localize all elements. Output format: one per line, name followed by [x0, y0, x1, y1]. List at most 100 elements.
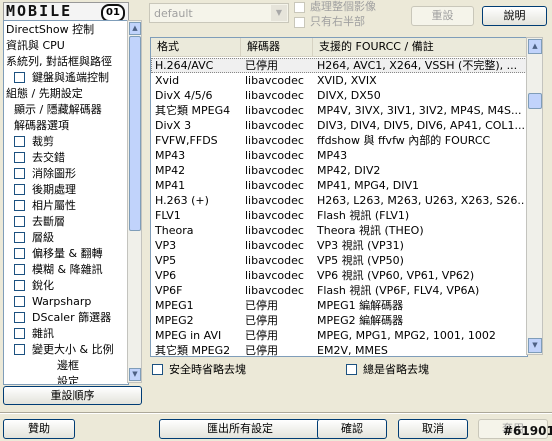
scroll-down-arrow-icon[interactable]: ▼ [129, 368, 141, 381]
tree-item-checkbox[interactable] [14, 328, 25, 339]
tree-item-checkbox[interactable] [14, 136, 25, 147]
table-row[interactable]: FLV1 libavcodec Flash 視訊 (FLV1) [151, 208, 527, 223]
tree-item[interactable]: 後期處理 [14, 182, 76, 198]
table-row[interactable]: Theora libavcodec Theora 視訊 (THEO) [151, 223, 527, 238]
tree-item-label: 裁剪 [32, 135, 54, 148]
decoder-cell: libavcodec [245, 239, 304, 252]
skip-deblock-always-option[interactable]: 總是省略去塊 [346, 363, 429, 377]
divider-highlight [0, 413, 552, 414]
tree-item[interactable]: 顯示 / 隱藏解碼器 [14, 102, 102, 118]
tree-item-checkbox[interactable] [14, 264, 25, 275]
tree-item[interactable]: 去交錯 [14, 150, 65, 166]
ok-button[interactable]: 確認 [317, 419, 387, 439]
table-row[interactable]: FVFW,FFDS libavcodec ffdshow 與 ffvfw 內部的 F… [151, 133, 527, 148]
right-half-only-checkbox[interactable] [294, 17, 305, 28]
column-format[interactable]: 格式 [151, 38, 241, 56]
tree-item[interactable]: 解碼器選項 [14, 118, 69, 134]
table-row[interactable]: MP43 libavcodec MP43 [151, 148, 527, 163]
tree-item-checkbox[interactable] [14, 72, 25, 83]
tree-item-checkbox[interactable] [14, 152, 25, 163]
tree-item-checkbox[interactable] [14, 344, 25, 355]
table-row[interactable]: H.263 (+) libavcodec H263, L263, M263, U26… [151, 193, 527, 208]
tree-item-checkbox[interactable] [14, 216, 25, 227]
skip-deblock-always-checkbox[interactable] [346, 364, 357, 375]
tree-scrollbar[interactable]: ▲ ▼ [127, 20, 142, 383]
process-whole-image-checkbox[interactable] [294, 2, 305, 13]
process-whole-image-label: 處理整個影像 [310, 0, 376, 13]
table-row[interactable]: DivX 4/5/6 libavcodec DIVX, DX50 [151, 88, 527, 103]
table-row[interactable]: H.264/AVC 已停用 H264, AVC1, X264, VSSH (不完整)… [151, 58, 527, 73]
table-row[interactable]: MPEG in AVI 已停用 MPEG, MPG1, MPG2, 1001, 10… [151, 328, 527, 343]
tree-item[interactable]: 去斷層 [14, 214, 65, 230]
tree-item[interactable]: 裁剪 [14, 134, 54, 150]
table-row[interactable]: Xvid libavcodec XVID, XVIX [151, 73, 527, 88]
export-all-settings-button[interactable]: 匯出所有設定 [159, 419, 321, 439]
tree-item[interactable]: DirectShow 控制 [6, 22, 94, 38]
tree-item[interactable]: 銳化 [14, 278, 54, 294]
table-row[interactable]: MP42 libavcodec MP42, DIV2 [151, 163, 527, 178]
tree-item[interactable]: 邊框 [57, 358, 79, 374]
scroll-up-arrow-icon[interactable]: ▲ [528, 39, 542, 54]
process-whole-image-option[interactable]: 處理整個影像 [294, 0, 376, 14]
grid-scrollbar[interactable]: ▲ ▼ [526, 37, 543, 355]
tree-item[interactable]: 雜訊 [14, 326, 54, 342]
tree-item-checkbox[interactable] [14, 312, 25, 323]
table-row[interactable]: VP3 libavcodec VP3 視訊 (VP31) [151, 238, 527, 253]
table-row[interactable]: 其它類 MPEG2 已停用 EM2V, MMES [151, 343, 527, 357]
preset-select[interactable]: default ▼ [149, 3, 289, 23]
decoder-cell: libavcodec [245, 74, 304, 87]
cancel-button[interactable]: 取消 [398, 419, 468, 439]
tree-item-checkbox[interactable] [14, 200, 25, 211]
tree-item[interactable]: 資訊與 CPU [6, 38, 65, 54]
tree-item[interactable]: 設定 [57, 374, 79, 384]
skip-deblock-safe-checkbox[interactable] [152, 364, 163, 375]
tree-item-checkbox[interactable] [14, 168, 25, 179]
scroll-up-arrow-icon[interactable]: ▲ [129, 22, 141, 35]
chevron-down-icon[interactable]: ▼ [271, 5, 287, 21]
table-row[interactable]: VP6F libavcodec Flash 視訊 (VP6F, FLV4, VP6A… [151, 283, 527, 298]
tree-item-label: 邊框 [57, 359, 79, 372]
tree-item[interactable]: 模糊 & 降雜訊 [14, 262, 103, 278]
skip-deblock-safe-option[interactable]: 安全時省略去塊 [152, 363, 246, 377]
fourcc-cell: Theora 視訊 (THEO) [317, 224, 424, 237]
format-cell: H.264/AVC [155, 59, 214, 72]
help-button[interactable]: 說明 [482, 6, 547, 26]
tree-item[interactable]: 系統列, 對話框與路徑 [6, 54, 112, 70]
tree-item-checkbox[interactable] [14, 184, 25, 195]
tree-item-checkbox[interactable] [14, 248, 25, 259]
table-row[interactable]: 其它類 MPEG4 libavcodec MP4V, 3IVX, 3IV1, 3IV… [151, 103, 527, 118]
reset-button[interactable]: 重設 [411, 6, 474, 26]
tree-item-checkbox[interactable] [14, 232, 25, 243]
reset-order-button[interactable]: 重設順序 [3, 386, 142, 405]
table-row[interactable]: MPEG1 已停用 MPEG1 編解碼器 [151, 298, 527, 313]
tree-item-label: 去交錯 [32, 151, 65, 164]
tree-item[interactable]: Warpsharp [14, 294, 91, 310]
scroll-down-arrow-icon[interactable]: ▼ [528, 338, 542, 353]
tree-item[interactable]: 偏移量 & 翻轉 [14, 246, 103, 262]
tree-item[interactable]: 消除圖形 [14, 166, 76, 182]
tree-item[interactable]: 層級 [14, 230, 54, 246]
tree-item-label: 系統列, 對話框與路徑 [6, 55, 112, 68]
column-fourcc[interactable]: 支援的 FOURCC / 備註 [313, 38, 527, 56]
tree-item[interactable]: 變更大小 & 比例 [14, 342, 114, 358]
table-row[interactable]: MP41 libavcodec MP41, MPG4, DIV1 [151, 178, 527, 193]
tree-item-checkbox[interactable] [14, 296, 25, 307]
settings-tree[interactable]: DirectShow 控制 資訊與 CPU 系統列, 對話框與路徑 鍵盤與遙端控制 組態… [3, 20, 129, 385]
donate-button[interactable]: 贊助 [3, 419, 75, 439]
table-row[interactable]: VP6 libavcodec VP6 視訊 (VP60, VP61, VP62) [151, 268, 527, 283]
tree-item[interactable]: DScaler 篩選器 [14, 310, 111, 326]
tree-scroll-thumb[interactable] [129, 36, 141, 231]
codec-grid[interactable]: 格式 解碼器 支援的 FOURCC / 備註 H.264/AVC 已停用 H264,… [150, 37, 528, 357]
grid-scroll-thumb[interactable] [528, 93, 542, 109]
tree-item[interactable]: 組態 / 先期設定 [6, 86, 83, 102]
tree-item-checkbox[interactable] [14, 280, 25, 291]
right-half-only-option[interactable]: 只有右半部 [294, 15, 365, 29]
tree-item[interactable]: 相片屬性 [14, 198, 76, 214]
table-row[interactable]: MPEG2 已停用 MPEG2 編解碼器 [151, 313, 527, 328]
tree-item[interactable]: 鍵盤與遙端控制 [14, 70, 109, 86]
table-row[interactable]: DivX 3 libavcodec DIV3, DIV4, DIV5, DIV6, … [151, 118, 527, 133]
format-cell: 其它類 MPEG4 [155, 104, 231, 117]
column-decoder[interactable]: 解碼器 [241, 38, 313, 56]
decoder-cell: 已停用 [245, 344, 278, 357]
table-row[interactable]: VP5 libavcodec VP5 視訊 (VP50) [151, 253, 527, 268]
